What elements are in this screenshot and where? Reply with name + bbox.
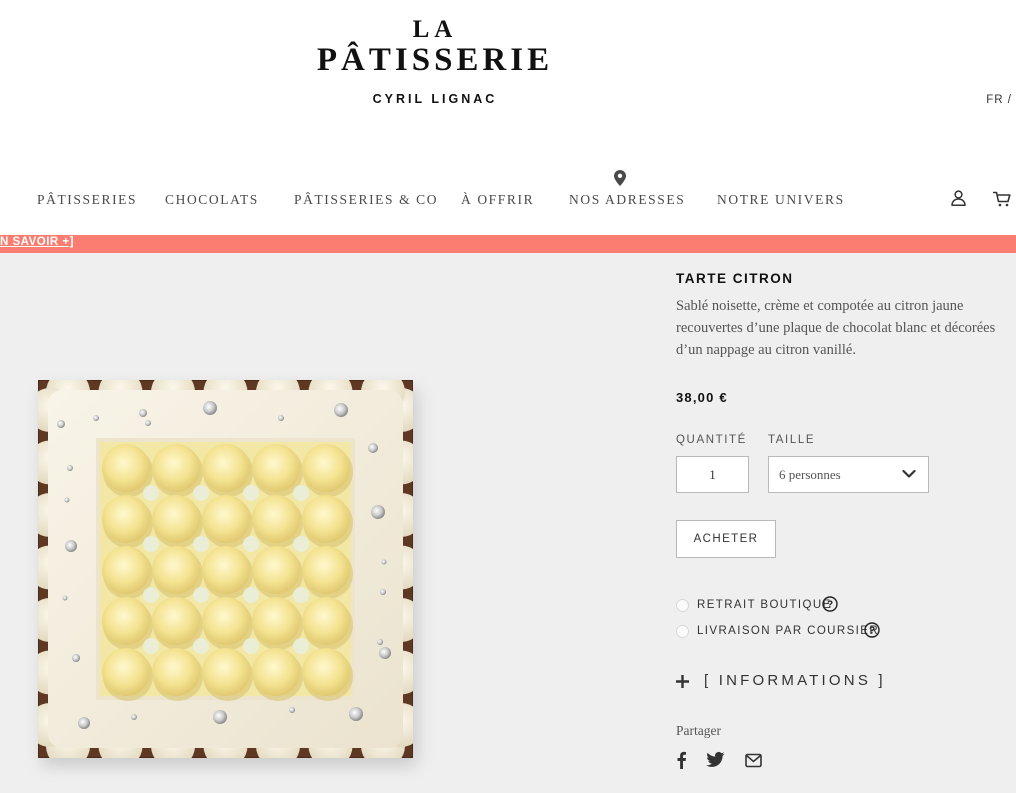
size-select[interactable]: 6 personnes <box>768 456 929 493</box>
language-switch[interactable]: FR / <box>986 94 1012 106</box>
promo-banner: N SAVOIR +] <box>0 235 1016 253</box>
radio-pickup[interactable] <box>676 599 689 612</box>
product-description: Sablé noisette, crème et compotée au cit… <box>676 298 996 358</box>
help-icon[interactable]: ? <box>864 622 880 638</box>
nav-item-notre-univers[interactable]: NOTRE UNIVERS <box>717 192 845 208</box>
informations-label: [ INFORMATIONS ] <box>704 672 886 689</box>
nav-item-nos-adresses[interactable]: NOS ADRESSES <box>569 192 685 208</box>
radio-pickup-label: RETRAIT BOUTIQUE <box>697 599 832 611</box>
buy-button[interactable]: ACHETER <box>676 520 776 558</box>
banner-link[interactable]: N SAVOIR +] <box>0 236 74 248</box>
product-image <box>38 380 417 766</box>
svg-text:?: ? <box>869 626 875 637</box>
mail-icon[interactable] <box>745 753 762 768</box>
help-icon[interactable]: ? <box>822 596 838 612</box>
nav-item-patisseries[interactable]: PÂTISSERIES <box>37 192 137 208</box>
facebook-icon[interactable] <box>676 751 687 769</box>
logo-line-1: LA <box>412 16 458 43</box>
product-section: TARTE CITRON Sablé noisette, crème et co… <box>0 253 1016 793</box>
chevron-down-icon <box>902 469 916 478</box>
logo-line-3: CYRIL LIGNAC <box>372 92 498 106</box>
svg-text:?: ? <box>827 600 833 611</box>
size-select-value: 6 personnes <box>779 467 841 482</box>
logo-line-2: PÂTISSERIE <box>316 42 554 78</box>
quantity-input[interactable]: 1 <box>676 456 749 493</box>
radio-courier[interactable] <box>676 625 689 638</box>
product-price: 38,00 € <box>676 390 728 405</box>
product-title: TARTE CITRON <box>676 271 794 286</box>
size-label: TAILLE <box>768 434 816 446</box>
nav-item-patisseries-co[interactable]: PÂTISSERIES & CO <box>294 192 438 208</box>
plus-icon <box>676 675 689 688</box>
quantity-label: QUANTITÉ <box>676 434 747 446</box>
twitter-icon[interactable] <box>706 751 725 769</box>
nav-item-a-offrir[interactable]: À OFFRIR <box>461 192 534 208</box>
radio-courier-label: LIVRAISON PAR COURSIER <box>697 625 880 637</box>
nav-item-chocolats[interactable]: CHOCOLATS <box>165 192 259 208</box>
share-label: Partager <box>676 723 721 738</box>
user-icon[interactable] <box>951 190 966 206</box>
cart-icon[interactable] <box>993 191 1011 207</box>
map-pin-icon <box>614 170 626 186</box>
product-photo-area <box>0 253 535 793</box>
